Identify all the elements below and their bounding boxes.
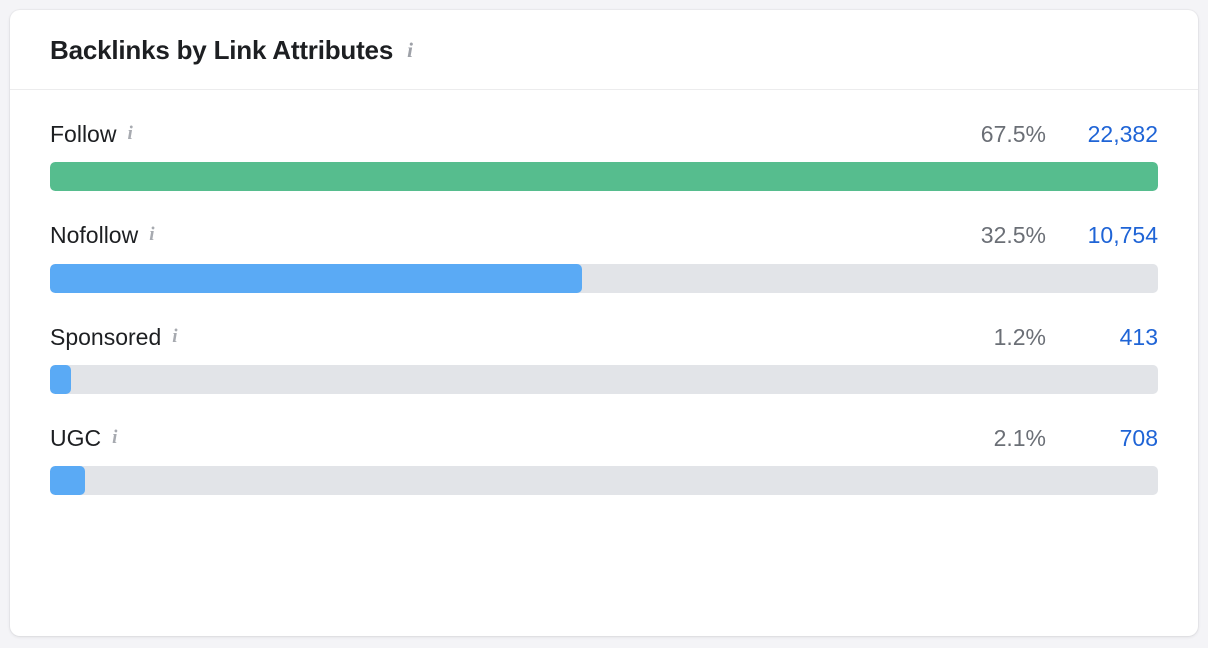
bar-row-label: Follow i <box>50 121 133 147</box>
bar-row-values: 1.2% 413 <box>993 323 1158 350</box>
bar-row-label: Nofollow i <box>50 222 155 249</box>
bar-row-percent: 67.5% <box>980 121 1046 147</box>
info-icon[interactable]: i <box>172 327 177 346</box>
bar-row-label-text: Nofollow <box>50 222 139 249</box>
bar-row-header: UGC i 2.1% 708 <box>50 424 1158 451</box>
bar-row-count-link[interactable]: 708 <box>1062 425 1158 451</box>
bar-track <box>50 263 1158 293</box>
bar-row-percent: 2.1% <box>993 424 1046 451</box>
bar-row-label-text: UGC <box>50 424 102 451</box>
info-icon[interactable]: i <box>407 40 413 61</box>
bar-track <box>50 364 1158 394</box>
bar-row-percent: 1.2% <box>993 323 1046 350</box>
bar-row-header: Follow i 67.5% 22,382 <box>50 121 1158 147</box>
bar-track <box>50 162 1158 192</box>
bar-row-header: Sponsored i 1.2% 413 <box>50 323 1158 350</box>
bar-row-count-link[interactable]: 413 <box>1062 324 1158 350</box>
bar-row: Sponsored i 1.2% 413 <box>50 323 1158 394</box>
info-icon[interactable]: i <box>149 225 154 244</box>
bar-row-values: 67.5% 22,382 <box>980 121 1158 147</box>
page-title: Backlinks by Link Attributes <box>50 34 394 65</box>
bar-row-percent: 32.5% <box>980 222 1046 249</box>
backlinks-attributes-card: Backlinks by Link Attributes i Follow i … <box>10 10 1198 636</box>
card-body: Follow i 67.5% 22,382 Nofollow i 32.5% 1… <box>10 90 1198 496</box>
bar-fill <box>50 364 72 394</box>
bar-fill <box>50 162 1158 192</box>
bar-row-label: UGC i <box>50 424 117 451</box>
bar-row-values: 32.5% 10,754 <box>980 222 1158 249</box>
bar-track <box>50 466 1158 496</box>
bar-row-label-text: Follow <box>50 121 117 147</box>
bar-row: UGC i 2.1% 708 <box>50 424 1158 496</box>
bar-fill <box>50 466 86 496</box>
bar-row-count-link[interactable]: 10,754 <box>1062 222 1158 248</box>
bar-row-count-link[interactable]: 22,382 <box>1062 121 1158 147</box>
bar-row-label: Sponsored i <box>50 323 178 350</box>
bar-row: Nofollow i 32.5% 10,754 <box>50 222 1158 293</box>
bar-row-header: Nofollow i 32.5% 10,754 <box>50 222 1158 249</box>
bar-fill <box>50 263 582 293</box>
bar-row-values: 2.1% 708 <box>993 424 1158 451</box>
card-header: Backlinks by Link Attributes i <box>10 10 1198 90</box>
info-icon[interactable]: i <box>127 124 132 143</box>
info-icon[interactable]: i <box>112 428 117 447</box>
bar-row: Follow i 67.5% 22,382 <box>50 121 1158 192</box>
bar-row-label-text: Sponsored <box>50 323 162 350</box>
